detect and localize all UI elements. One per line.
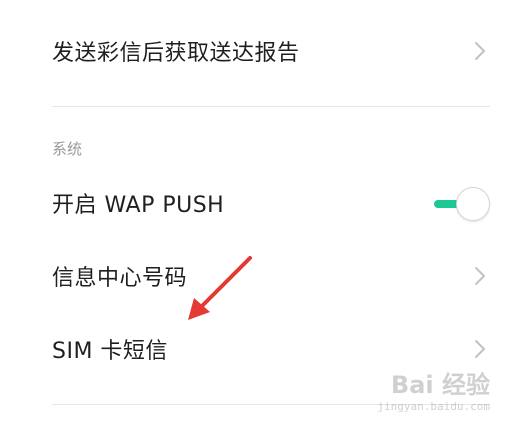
- settings-row-label: 信息中心号码: [52, 266, 188, 291]
- settings-row-sim-card-sms[interactable]: SIM 卡短信: [0, 314, 514, 384]
- settings-row-wap-push[interactable]: 开启 WAP PUSH: [0, 168, 514, 238]
- chevron-right-icon: [470, 337, 490, 361]
- sms-settings-screen: 发送彩信后获取送达报告 系统 开启 WAP PUSH 信息中心号码 SIM 卡短…: [0, 0, 514, 427]
- settings-row-label: SIM 卡短信: [52, 339, 168, 364]
- wap-push-toggle[interactable]: [434, 186, 490, 221]
- settings-row-label: 发送彩信后获取送达报告: [52, 41, 300, 66]
- watermark-url: jingyan.baidu.com: [377, 400, 490, 413]
- chevron-right-icon: [470, 264, 490, 288]
- chevron-right-icon: [470, 39, 490, 63]
- settings-row-mms-delivery-report[interactable]: 发送彩信后获取送达报告: [0, 16, 514, 86]
- settings-row-label: 开启 WAP PUSH: [52, 193, 225, 218]
- settings-row-message-center-number[interactable]: 信息中心号码: [0, 241, 514, 311]
- section-divider: [52, 106, 490, 107]
- section-header-system: 系统: [52, 140, 83, 158]
- toggle-knob: [456, 187, 490, 221]
- bottom-divider: [52, 404, 490, 405]
